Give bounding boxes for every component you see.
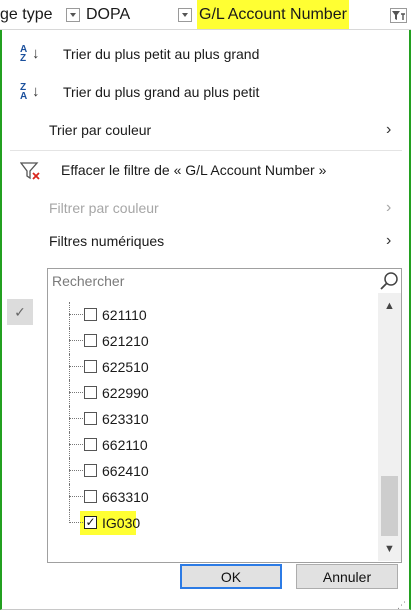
tree-line (69, 432, 70, 458)
header-cell-type[interactable]: ge type (0, 0, 52, 29)
sort-descending-icon: Z A ↓ (20, 82, 40, 102)
menu-label: Trier du plus petit au plus grand (63, 46, 260, 62)
menu-label: Trier par couleur (49, 122, 152, 138)
cancel-button[interactable]: Annuler (296, 564, 398, 589)
clear-filter-icon (20, 162, 40, 180)
menu-sort-descending[interactable]: Z A ↓ Trier du plus grand au plus petit (2, 78, 407, 106)
header-cell-dopa[interactable]: DOPA (86, 0, 130, 29)
tree-line (69, 354, 70, 380)
menu-label: Filtres numériques (49, 233, 165, 249)
tree-line (69, 392, 83, 393)
scrollbar-thumb[interactable] (381, 476, 398, 536)
list-item[interactable]: 621110 (48, 302, 378, 328)
list-item-label: 662410 (102, 463, 149, 479)
list-item[interactable]: ✓ IG030 (48, 510, 378, 536)
checkbox[interactable] (84, 360, 97, 373)
checkbox[interactable] (84, 438, 97, 451)
tree-line (69, 328, 70, 354)
tree-line (69, 380, 70, 406)
checkbox[interactable] (84, 490, 97, 503)
dropdown-arrow-icon[interactable] (66, 8, 80, 22)
tree-line (69, 314, 83, 315)
checkmark-icon: ✓ (7, 299, 33, 325)
search-box (47, 268, 402, 294)
list-item[interactable]: 663310 (48, 484, 378, 510)
menu-sort-ascending[interactable]: A Z ↓ Trier du plus petit au plus grand (2, 40, 407, 68)
list-item-label: 662110 (102, 437, 148, 453)
column-header-row: ge type DOPA G/L Account Number (0, 0, 411, 30)
active-filter-button[interactable] (390, 8, 407, 23)
tree-line (69, 458, 70, 484)
tree-line (69, 496, 83, 497)
value-checkbox-list[interactable]: 621110 621210 622510 622990 623310 66211… (47, 293, 402, 563)
list-item-label: 622990 (102, 385, 149, 401)
menu-sort-by-color[interactable]: Trier par couleur › (2, 116, 407, 144)
chevron-down-icon[interactable]: ▼ (378, 540, 401, 558)
tree-line (69, 406, 70, 432)
menu-numeric-filters[interactable]: Filtres numériques › (2, 227, 407, 255)
list-item[interactable]: 623310 (48, 406, 378, 432)
tree-line (69, 302, 70, 328)
list-scrollbar[interactable]: ▲ ▼ (378, 293, 401, 561)
list-item[interactable]: 622990 (48, 380, 378, 406)
checkbox[interactable]: ✓ (84, 516, 97, 529)
checkbox[interactable] (84, 334, 97, 347)
tree-line (69, 366, 83, 367)
resize-grip-icon[interactable]: ⋰ (397, 601, 406, 610)
list-item[interactable]: 662410 (48, 458, 378, 484)
sort-ascending-icon: A Z ↓ (20, 44, 40, 64)
tree-line (69, 418, 83, 419)
list-item[interactable]: 621210 (48, 328, 378, 354)
ok-button[interactable]: OK (180, 564, 282, 589)
list-item-label: 623310 (102, 411, 149, 427)
menu-label: Trier du plus grand au plus petit (63, 84, 260, 100)
filter-funnel-icon (392, 11, 405, 20)
chevron-right-icon: › (386, 121, 392, 138)
tree-line (69, 484, 70, 510)
tree-line (69, 522, 83, 523)
list-item-label: 622510 (102, 359, 149, 375)
menu-divider (10, 150, 402, 151)
chevron-right-icon: › (386, 199, 392, 216)
tree-line (69, 340, 83, 341)
chevron-up-icon[interactable]: ▲ (378, 297, 401, 315)
tree-line (69, 470, 83, 471)
list-item-label: IG030 (102, 515, 141, 531)
menu-label: Effacer le filtre de « G/L Account Numbe… (61, 162, 327, 178)
checkbox[interactable] (84, 464, 97, 477)
header-cell-gl-account-number[interactable]: G/L Account Number (197, 0, 349, 29)
checkbox[interactable] (84, 308, 97, 321)
menu-filter-by-color: Filtrer par couleur › (2, 194, 407, 222)
dropdown-arrow-icon[interactable] (178, 8, 192, 22)
search-icon[interactable] (379, 271, 399, 291)
chevron-right-icon: › (386, 232, 392, 249)
search-input[interactable] (48, 269, 368, 293)
menu-label: Filtrer par couleur (49, 200, 159, 216)
checkbox[interactable] (84, 412, 97, 425)
list-item-label: 663310 (102, 489, 149, 505)
list-item[interactable]: 662110 (48, 432, 378, 458)
menu-clear-filter[interactable]: Effacer le filtre de « G/L Account Numbe… (2, 156, 407, 184)
list-item[interactable]: 622510 (48, 354, 378, 380)
list-item-label: 621210 (102, 333, 149, 349)
tree-line (69, 444, 83, 445)
checkbox[interactable] (84, 386, 97, 399)
list-item-label: 621110 (102, 307, 147, 323)
